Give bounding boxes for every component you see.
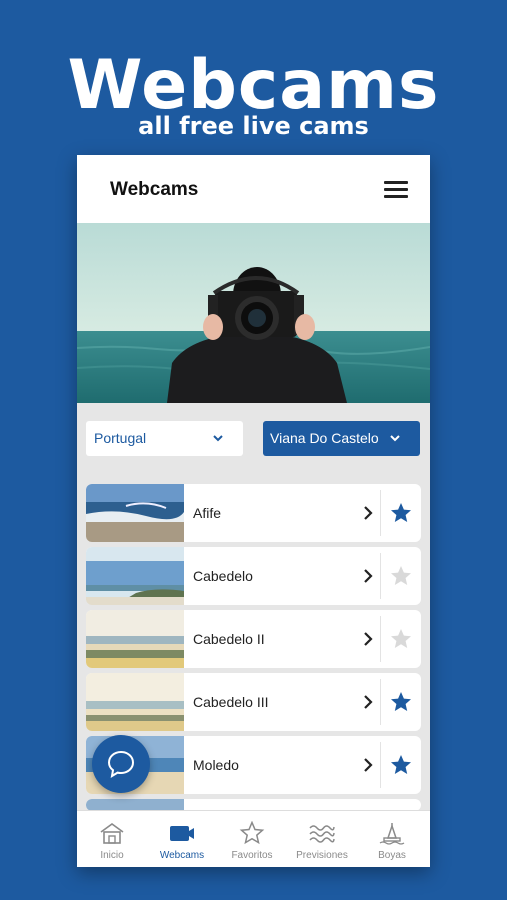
favorite-star-icon[interactable] <box>389 501 413 525</box>
row-divider <box>380 490 381 536</box>
country-select[interactable]: Portugal <box>86 421 243 456</box>
bottom-navigation: Inicio Webcams Favoritos Previsiones Boy… <box>77 810 430 867</box>
region-select-value: Viana Do Castelo <box>270 430 379 446</box>
nav-label: Inicio <box>100 850 124 861</box>
nav-item-previsiones[interactable]: Previsiones <box>287 811 357 867</box>
webcam-row-cabedelo[interactable]: Cabedelo <box>86 547 421 605</box>
nav-item-boyas[interactable]: Boyas <box>357 811 427 867</box>
nav-label: Webcams <box>159 850 205 861</box>
chat-button[interactable] <box>92 735 150 793</box>
chevron-right-icon <box>364 569 373 583</box>
hamburger-menu-icon[interactable] <box>384 181 408 199</box>
webcam-thumbnail <box>86 610 184 668</box>
row-divider <box>380 616 381 662</box>
nav-item-webcams[interactable]: Webcams <box>147 811 217 867</box>
header-title: Webcams <box>110 179 199 200</box>
chevron-right-icon <box>364 695 373 709</box>
favorite-star-icon[interactable] <box>389 690 413 714</box>
row-divider <box>380 679 381 725</box>
video-camera-icon <box>170 826 194 841</box>
webcam-name: Cabedelo II <box>193 631 265 647</box>
star-icon <box>239 821 265 845</box>
region-select[interactable]: Viana Do Castelo <box>263 421 420 456</box>
hero-image <box>77 223 430 403</box>
buoy-icon <box>379 823 405 845</box>
filters: Portugal Viana Do Castelo <box>77 420 430 460</box>
nav-item-favoritos[interactable]: Favoritos <box>217 811 287 867</box>
home-icon <box>100 823 124 844</box>
webcam-name: Cabedelo <box>193 568 253 584</box>
webcam-thumbnail <box>86 484 184 542</box>
nav-label: Previsiones <box>296 850 348 861</box>
webcam-thumbnail <box>86 547 184 605</box>
waves-icon <box>309 825 335 843</box>
nav-item-inicio[interactable]: Inicio <box>77 811 147 867</box>
favorite-star-icon[interactable] <box>389 627 413 651</box>
chevron-right-icon <box>364 506 373 520</box>
webcam-row-afife[interactable]: Afife <box>86 484 421 542</box>
chevron-down-icon <box>390 435 400 442</box>
chevron-right-icon <box>364 632 373 646</box>
favorite-star-icon[interactable] <box>389 753 413 777</box>
webcam-row-cabedelo-ii[interactable]: Cabedelo II <box>86 610 421 668</box>
webcam-row-cabedelo-iii[interactable]: Cabedelo III <box>86 673 421 731</box>
chevron-right-icon <box>364 758 373 772</box>
phone-screen: Webcams Portugal Viana Do Castelo Afife … <box>77 155 430 867</box>
row-divider <box>380 742 381 788</box>
country-select-value: Portugal <box>94 430 147 446</box>
webcam-thumbnail <box>86 673 184 731</box>
row-divider <box>380 553 381 599</box>
nav-label: Favoritos <box>231 850 273 861</box>
webcam-name: Afife <box>193 505 222 521</box>
app-header: Webcams <box>77 155 430 223</box>
webcam-name: Cabedelo III <box>193 694 269 710</box>
promo-subtitle: all free live cams <box>138 112 369 140</box>
nav-label: Boyas <box>378 850 406 861</box>
webcam-name: Moledo <box>193 757 239 773</box>
favorite-star-icon[interactable] <box>389 564 413 588</box>
chevron-down-icon <box>213 435 223 442</box>
chat-bubble-icon <box>107 750 135 778</box>
